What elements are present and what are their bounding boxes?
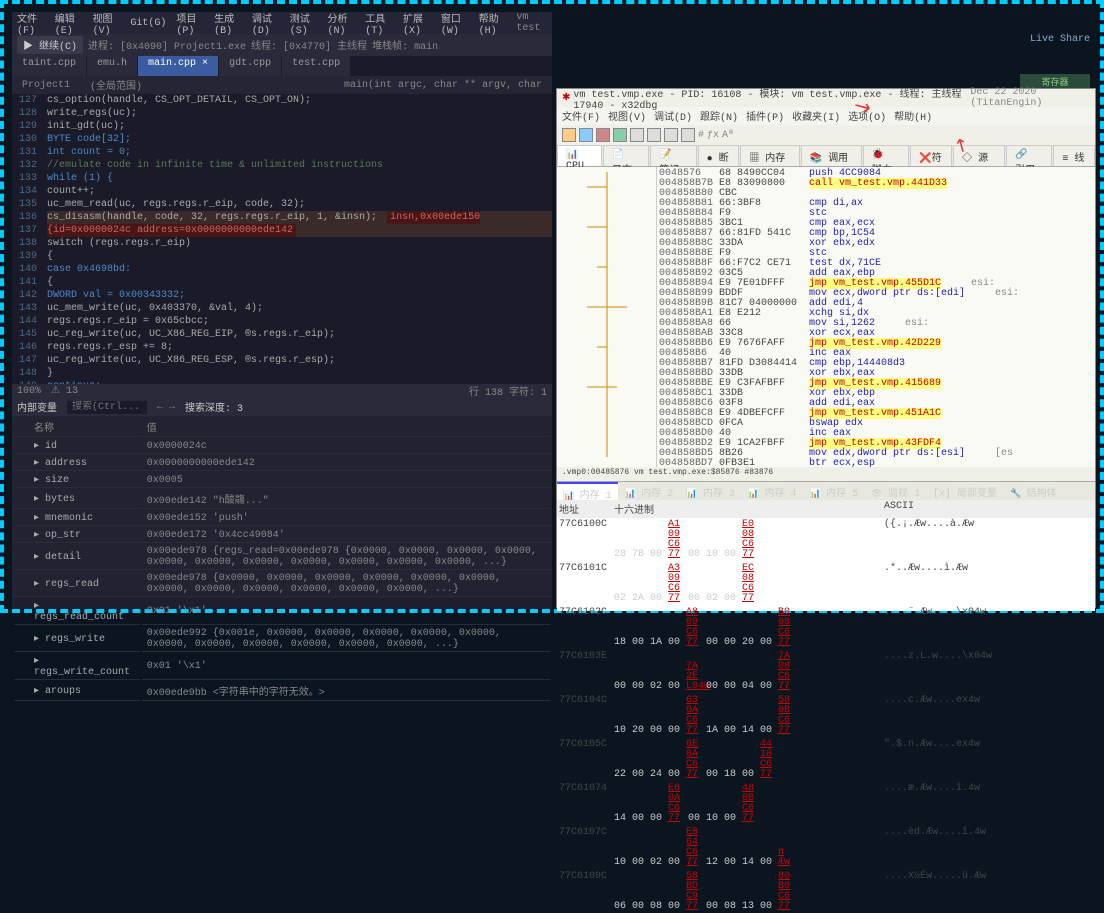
dbg-menu-plugin[interactable]: 插件(P) — [746, 108, 784, 124]
pause-icon[interactable] — [630, 128, 644, 142]
tab-cpu[interactable]: 📊 CPU — [557, 145, 602, 166]
menu-analyze[interactable]: 分析(N) — [327, 10, 355, 37]
step-over-icon[interactable] — [664, 128, 678, 142]
menu-tools[interactable]: 工具(T) — [365, 10, 393, 37]
locals-title: 内部变量 — [17, 399, 57, 415]
restart-icon[interactable] — [579, 128, 593, 142]
tab-emu[interactable]: emu.h — [87, 56, 137, 76]
disassembly-view[interactable]: 0048576004858B7B004858B80004858B81004858… — [557, 167, 1095, 467]
step-into-icon[interactable] — [647, 128, 661, 142]
app-title: vm test — [516, 12, 547, 34]
thread-label: 线程: [0x4770] 主线程 — [251, 37, 367, 53]
ctx-project[interactable]: Project1 — [22, 80, 70, 91]
x32dbg-window: ✱ vm test.vmp.exe - PID: 16108 - 模块: vm … — [556, 88, 1096, 608]
dbg-menu-fav[interactable]: 收藏夹(I) — [792, 108, 840, 124]
vs-toolbar: ▶ 继续(C) 进程: [0x4090] Project1.exe 线程: [0… — [12, 34, 552, 56]
dbg-menu-file[interactable]: 文件(F) — [562, 108, 600, 124]
memtab-3[interactable]: 📊 内存 3 — [680, 482, 741, 500]
tab-symbols[interactable]: ❌符号 — [910, 145, 952, 166]
tab-script[interactable]: 🐞 脚本 — [863, 145, 909, 166]
run-icon[interactable] — [613, 128, 627, 142]
visual-studio-window: 文件(F) 编辑(E) 视图(V) Git(G) 项目(P) 生成(B) 调试(… — [12, 12, 552, 609]
tab-test[interactable]: test.cpp — [282, 56, 350, 76]
menu-ext[interactable]: 扩展(X) — [403, 10, 431, 37]
memtab-4[interactable]: 📊 内存 4 — [742, 482, 803, 500]
menu-test[interactable]: 测试(S) — [290, 10, 318, 37]
instruction-column[interactable]: 68 8490CC04push 4CC9084E8 83090800call v… — [717, 167, 1095, 467]
source-text[interactable]: cs_option(handle, CS_OPT_DETAIL, CS_OPT_… — [42, 94, 552, 384]
locals-table[interactable]: 名称值 ▸ id0x0000024c▸ address0x0000000000e… — [12, 416, 552, 703]
memtab-locals[interactable]: [x] 局部变量 — [927, 482, 1003, 500]
ctx-func[interactable]: main(int argc, char ** argv, char — [344, 80, 542, 91]
menu-build[interactable]: 生成(B) — [214, 10, 242, 37]
stackframe-label: 堆栈帧: main — [372, 37, 438, 53]
context-bar: Project1 (全局范围) main(int argc, char ** a… — [12, 76, 552, 94]
menu-window[interactable]: 窗口(W) — [441, 10, 469, 37]
tab-notes[interactable]: 📝 笔记 — [650, 145, 696, 166]
search-depth: 搜索深度: 3 — [185, 399, 243, 415]
vs-menubar: 文件(F) 编辑(E) 视图(V) Git(G) 项目(P) 生成(B) 调试(… — [12, 12, 552, 34]
status-strip: 100%⚠ 13行 138 字符: 1 — [12, 384, 552, 398]
mem-info: .vmp0:00485876 vm test.vmp.exe:$85876 #8… — [557, 467, 1095, 481]
address-column: 0048576004858B7B004858B80004858B81004858… — [657, 167, 717, 467]
dbg-menu-debug[interactable]: 调试(D) — [654, 108, 692, 124]
code-editor[interactable]: 1271281291301311321331341351361371381391… — [12, 94, 552, 384]
tab-callstack[interactable]: 📚 调用堆栈 — [801, 145, 862, 166]
dbg-titlebar: ✱ vm test.vmp.exe - PID: 16108 - 模块: vm … — [557, 89, 1095, 107]
tab-refs[interactable]: 🔗 引用 — [1006, 145, 1052, 166]
bug-icon: ✱ — [562, 92, 570, 104]
memtab-struct[interactable]: 🔧 结构体 — [1004, 482, 1063, 500]
menu-help[interactable]: 帮助(H) — [479, 10, 507, 37]
folder-icon[interactable] — [562, 128, 576, 142]
continue-button[interactable]: ▶ 继续(C) — [17, 36, 83, 54]
dbg-menubar: 文件(F) 视图(V) 调试(D) 跟踪(N) 插件(P) 收藏夹(I) 选项(… — [557, 107, 1095, 125]
menu-file[interactable]: 文件(F) — [17, 10, 45, 37]
memtab-watch[interactable]: 👁 监视 1 — [865, 482, 926, 500]
ctx-scope[interactable]: (全局范围) — [90, 77, 142, 93]
control-flow-graph — [557, 167, 657, 467]
live-share[interactable]: Live Share — [1030, 34, 1090, 45]
editor-tabs: taint.cpp emu.h main.cpp × gdt.cpp test.… — [12, 56, 552, 76]
line-gutter: 1271281291301311321331341351361371381391… — [12, 94, 42, 384]
dbg-menu-view[interactable]: 视图(V) — [608, 108, 646, 124]
step-out-icon[interactable] — [681, 128, 695, 142]
tab-main[interactable]: main.cpp × — [138, 56, 218, 76]
stop-icon[interactable] — [596, 128, 610, 142]
memtab-1[interactable]: 📊 内存 1 — [557, 482, 618, 500]
menu-git[interactable]: Git(G) — [130, 18, 166, 29]
dbg-menu-help[interactable]: 帮助(H) — [894, 108, 932, 124]
menu-project[interactable]: 项目(P) — [176, 10, 204, 37]
dbg-menu-trace[interactable]: 跟踪(N) — [700, 108, 738, 124]
menu-view[interactable]: 视图(V) — [93, 10, 121, 37]
memory-dump[interactable]: 📊 内存 1 📊 内存 2 📊 内存 3 📊 内存 4 📊 内存 5 👁 监视 … — [557, 481, 1095, 611]
locals-panel: 内部变量 ← → 搜索深度: 3 名称值 ▸ id0x0000024c▸ add… — [12, 398, 552, 598]
tab-gdt[interactable]: gdt.cpp — [219, 56, 281, 76]
tab-threads[interactable]: ≡ 线程 — [1053, 145, 1095, 166]
menu-debug[interactable]: 调试(D) — [252, 10, 280, 37]
dbg-toolbar: # ƒx Aª — [557, 125, 1095, 145]
hex-view[interactable]: 77C6100C28 7B 00 A1 09 C6 77 00 10 00 E0… — [557, 518, 1095, 913]
menu-edit[interactable]: 编辑(E) — [55, 10, 83, 37]
mem-tabs: 📊 内存 1 📊 内存 2 📊 内存 3 📊 内存 4 📊 内存 5 👁 监视 … — [557, 482, 1095, 500]
memtab-5[interactable]: 📊 内存 5 — [804, 482, 865, 500]
tab-memlayout[interactable]: ▦ 内存布局 — [740, 145, 799, 166]
tab-breakpoints[interactable]: ● 断点 — [698, 145, 740, 166]
memtab-2[interactable]: 📊 内存 2 — [619, 482, 680, 500]
tab-log[interactable]: 📄 日志 — [603, 145, 649, 166]
dbg-tabs: 📊 CPU 📄 日志 📝 笔记 ● 断点 ▦ 内存布局 📚 调用堆栈 🐞 脚本 … — [557, 145, 1095, 167]
tab-taint[interactable]: taint.cpp — [12, 56, 86, 76]
process-label: 进程: [0x4090] Project1.exe — [88, 37, 246, 53]
locals-search[interactable] — [67, 401, 147, 414]
